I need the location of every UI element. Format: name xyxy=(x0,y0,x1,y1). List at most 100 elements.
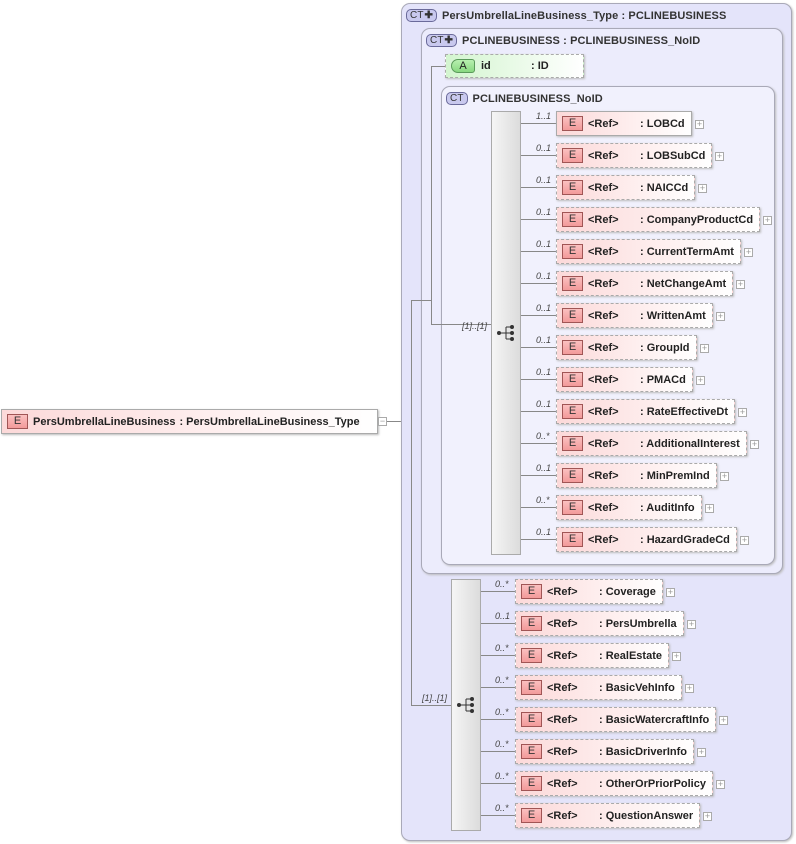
element-badge-icon: E xyxy=(562,436,583,451)
inner-title: PCLINEBUSINESS : PCLINEBUSINESS_NoID xyxy=(462,34,701,47)
element-ref[interactable]: E <Ref>: QuestionAnswer xyxy=(515,803,701,828)
element-badge-icon: E xyxy=(562,116,583,131)
element-badge-icon: E xyxy=(562,180,583,195)
element-name: : RateEffectiveDt xyxy=(640,405,729,418)
ref-label: <Ref> xyxy=(547,713,578,726)
element-ref[interactable]: E <Ref>: WrittenAmt xyxy=(556,303,713,328)
expand-icon[interactable]: + xyxy=(715,152,724,161)
element-ref[interactable]: E <Ref>: HazardGradeCd xyxy=(556,527,737,552)
connector xyxy=(521,219,556,220)
ref-label: <Ref> xyxy=(547,681,578,694)
element-name: : BasicVehInfo xyxy=(599,681,675,694)
element-ref[interactable]: E <Ref>: LOBSubCd xyxy=(556,143,713,168)
element-ref[interactable]: E <Ref>: GroupId xyxy=(556,335,697,360)
attribute-name: id xyxy=(481,60,491,72)
expand-icon[interactable]: + xyxy=(700,344,709,353)
attribute-id[interactable]: A id : ID xyxy=(445,54,584,78)
multiplicity: 0..* xyxy=(495,707,509,717)
connector xyxy=(521,539,556,540)
element-name: : PersUmbrella xyxy=(599,617,677,630)
ref-label: <Ref> xyxy=(588,277,619,290)
expand-icon[interactable]: + xyxy=(720,472,729,481)
element-ref[interactable]: E <Ref>: BasicDriverInfo xyxy=(515,739,695,764)
expand-icon[interactable]: + xyxy=(716,312,725,321)
multiplicity: 0..* xyxy=(495,675,509,685)
complex-type-icon: CT ✚ xyxy=(406,9,438,22)
element-badge-icon: E xyxy=(521,712,542,727)
element-ref[interactable]: E <Ref>: RateEffectiveDt xyxy=(556,399,736,424)
expand-icon[interactable]: + xyxy=(740,536,749,545)
expand-icon[interactable]: + xyxy=(697,748,706,757)
expand-icon[interactable]: + xyxy=(666,588,675,597)
connector xyxy=(411,705,451,706)
attribute-type: : ID xyxy=(531,60,549,72)
expand-icon[interactable]: + xyxy=(736,280,745,289)
element-ref[interactable]: E <Ref>: OtherOrPriorPolicy xyxy=(515,771,713,796)
connector xyxy=(521,475,556,476)
root-element[interactable]: E PersUmbrellaLineBusiness : PersUmbrell… xyxy=(1,409,378,434)
ref-label: <Ref> xyxy=(588,181,619,194)
expand-icon[interactable]: + xyxy=(744,248,753,257)
expand-icon[interactable]: + xyxy=(687,620,696,629)
element-name: : AuditInfo xyxy=(640,501,695,514)
element-ref[interactable]: E <Ref>: BasicWatercraftInfo xyxy=(515,707,717,732)
sequence-2-multiplicity: [1]..[1] xyxy=(422,693,448,703)
element-name: : NetChangeAmt xyxy=(640,277,727,290)
multiplicity: 0..* xyxy=(536,495,550,505)
expand-icon[interactable]: + xyxy=(719,716,728,725)
element-badge-icon: E xyxy=(521,776,542,791)
element-badge-icon: E xyxy=(562,148,583,163)
element-ref[interactable]: E <Ref>: PersUmbrella xyxy=(515,611,684,636)
sequence-1-multiplicity: [1]..[1] xyxy=(462,321,488,331)
element-ref[interactable]: E <Ref>: MinPremInd xyxy=(556,463,717,488)
expand-icon[interactable]: + xyxy=(695,120,704,129)
element-ref[interactable]: E <Ref>: AuditInfo xyxy=(556,495,702,520)
connector xyxy=(481,751,515,752)
element-ref[interactable]: E <Ref>: NetChangeAmt xyxy=(556,271,734,296)
expand-icon[interactable]: + xyxy=(703,812,712,821)
ref-label: <Ref> xyxy=(588,469,619,482)
element-ref[interactable]: E <Ref>: Coverage xyxy=(515,579,663,604)
element-name: : CurrentTermAmt xyxy=(640,245,734,258)
element-ref[interactable]: E <Ref> : CompanyProductCd xyxy=(556,207,761,232)
expand-icon[interactable]: + xyxy=(705,504,714,513)
element-name: : CompanyProductCd xyxy=(640,213,754,226)
expand-icon[interactable]: + xyxy=(716,780,725,789)
expand-icon[interactable]: + xyxy=(763,216,772,225)
element-name: : MinPremInd xyxy=(640,469,710,482)
ref-label: <Ref> xyxy=(588,213,619,226)
sequence-icon xyxy=(456,695,476,715)
element-ref[interactable]: E <Ref>: AdditionalInterest xyxy=(556,431,747,456)
expand-icon[interactable]: + xyxy=(738,408,747,417)
element-ref[interactable]: E <Ref>: RealEstate xyxy=(515,643,669,668)
expand-icon[interactable]: + xyxy=(685,684,694,693)
ref-label: <Ref> xyxy=(547,649,578,662)
connector xyxy=(521,347,556,348)
element-badge-icon: E xyxy=(562,212,583,227)
sequence-icon xyxy=(496,323,516,343)
collapse-icon[interactable]: − xyxy=(378,417,387,426)
element-ref[interactable]: E <Ref>: BasicVehInfo xyxy=(515,675,682,700)
connector xyxy=(521,507,556,508)
complex-type-icon: CT ✚ xyxy=(426,34,458,47)
attribute-badge-icon: A xyxy=(451,59,475,73)
root-element-type: : PersUmbrellaLineBusiness_Type xyxy=(179,415,360,428)
connector xyxy=(481,623,515,624)
element-ref[interactable]: E <Ref>: CurrentTermAmt xyxy=(556,239,741,264)
ref-label: <Ref> xyxy=(547,809,578,822)
element-ref[interactable]: E <Ref>: PMACd xyxy=(556,367,693,392)
complex-type-icon: CT xyxy=(446,92,468,105)
connector xyxy=(521,283,556,284)
element-ref[interactable]: E <Ref>: NAICCd xyxy=(556,175,696,200)
multiplicity: 0..1 xyxy=(536,271,552,281)
element-name: : RealEstate xyxy=(599,649,662,662)
expand-icon[interactable]: + xyxy=(672,652,681,661)
expand-icon[interactable]: + xyxy=(698,184,707,193)
connector xyxy=(521,315,556,316)
expand-icon[interactable]: + xyxy=(696,376,705,385)
element-ref[interactable]: E <Ref>: LOBCd xyxy=(556,111,692,136)
expand-icon[interactable]: + xyxy=(750,440,759,449)
connector xyxy=(387,421,401,422)
multiplicity: 0..1 xyxy=(536,335,552,345)
multiplicity: 0..1 xyxy=(536,303,552,313)
